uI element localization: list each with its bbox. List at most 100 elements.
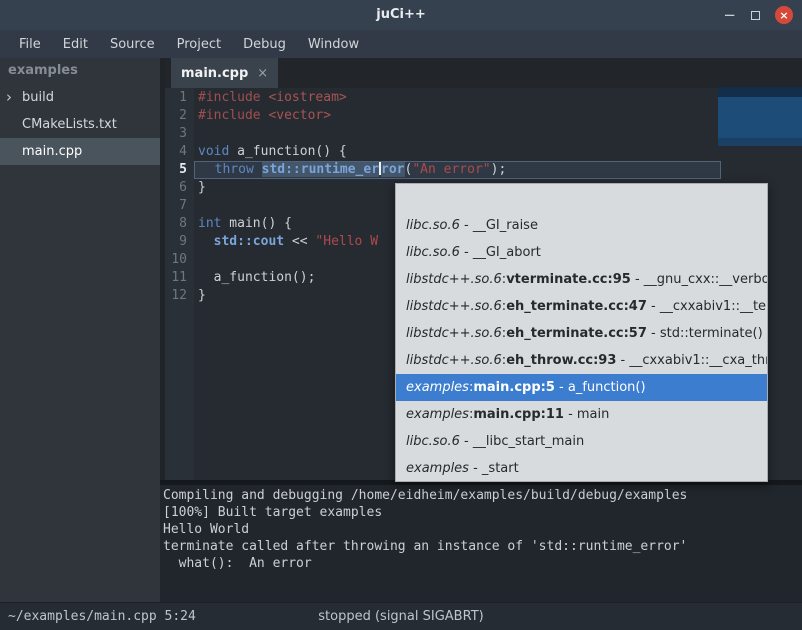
line-code: #include <vector>: [194, 107, 331, 125]
code-token: }: [198, 288, 206, 303]
blue-tooltip-panel: [718, 87, 802, 146]
line-number: 4: [165, 143, 194, 161]
code-line-4[interactable]: 4void a_function() {: [165, 143, 802, 161]
line-number: 9: [165, 233, 194, 251]
blue-tooltip-header: [718, 87, 802, 97]
stack-frame-4[interactable]: libstdc++.so.6:eh_terminate.cc:57 - std:…: [396, 320, 767, 347]
stack-frame-9[interactable]: examples - _start: [396, 455, 767, 482]
stack-frame-segment: libstdc++.so.6: [406, 272, 502, 287]
terminal-panel[interactable]: Compiling and debugging /home/eidheim/ex…: [160, 485, 802, 602]
window-title: juCi++: [0, 0, 802, 30]
stack-frame-1[interactable]: libc.so.6 - __GI_abort: [396, 239, 767, 266]
code-token: a_function();: [198, 270, 315, 285]
close-icon[interactable]: ×: [775, 6, 793, 24]
menu-debug[interactable]: Debug: [232, 32, 297, 57]
tabbar: main.cpp ×: [165, 58, 802, 88]
code-token: #include: [198, 90, 268, 105]
line-number: 7: [165, 197, 194, 215]
stack-frame-segment: - __cxxabiv1::__cxa_thro: [616, 353, 767, 368]
statusbar: ~/examples/main.cpp 5:24 stopped (signal…: [0, 602, 802, 630]
code-token: #include: [198, 108, 268, 123]
menu-project[interactable]: Project: [166, 32, 232, 57]
terminal-line: [100%] Built target examples: [163, 504, 802, 521]
stack-frame-segment: libc.so.6: [406, 434, 460, 449]
stack-frame-segment: libstdc++.so.6: [406, 299, 502, 314]
stack-frame-2[interactable]: libstdc++.so.6:vterminate.cc:95 - __gnu_…: [396, 266, 767, 293]
stack-frame-segment: libstdc++.so.6: [406, 353, 502, 368]
tree-item-cmakelists-txt[interactable]: CMakeLists.txt: [0, 111, 160, 138]
code-line-1[interactable]: 1#include <iostream>: [165, 89, 802, 107]
code-token: <iostream>: [268, 90, 346, 105]
code-token: [254, 162, 262, 177]
line-code: throw std::runtime_error("An error");: [194, 161, 721, 179]
stack-frame-3[interactable]: libstdc++.so.6:eh_terminate.cc:47 - __cx…: [396, 293, 767, 320]
stack-frame-7[interactable]: examples:main.cpp:11 - main: [396, 401, 767, 428]
titlebar[interactable]: juCi++ − ×: [0, 0, 802, 30]
stack-frame-8[interactable]: libc.so.6 - __libc_start_main: [396, 428, 767, 455]
stack-frame-6[interactable]: examples:main.cpp:5 - a_function(): [396, 374, 767, 401]
stack-frame-segment: - main: [564, 407, 609, 422]
menu-window[interactable]: Window: [297, 32, 370, 57]
code-token: std::runtime_er: [262, 162, 379, 177]
stack-frame-5[interactable]: libstdc++.so.6:eh_throw.cc:93 - __cxxabi…: [396, 347, 767, 374]
stack-frame-segment: - _start: [469, 461, 519, 476]
code-line-2[interactable]: 2#include <vector>: [165, 107, 802, 125]
menu-source[interactable]: Source: [99, 32, 166, 57]
minimize-icon[interactable]: −: [723, 10, 736, 20]
window-controls: − ×: [723, 0, 793, 30]
code-token: [199, 162, 215, 177]
tab-main-cpp[interactable]: main.cpp ×: [171, 58, 278, 88]
stack-frame-0[interactable]: libc.so.6 - __GI_raise: [396, 212, 767, 239]
menubar: FileEditSourceProjectDebugWindow: [0, 30, 802, 58]
code-line-5[interactable]: 5 throw std::runtime_error("An error");: [165, 161, 802, 179]
stack-frame-segment: eh_terminate.cc:57: [506, 326, 647, 341]
code-line-3[interactable]: 3: [165, 125, 802, 143]
code-token: ror: [381, 162, 404, 177]
line-number: 2: [165, 107, 194, 125]
code-token: [198, 234, 214, 249]
line-number: 11: [165, 269, 194, 287]
project-name: examples: [0, 58, 160, 84]
stacktrace-popup-spacer: [396, 184, 767, 212]
menu-edit[interactable]: Edit: [52, 32, 99, 57]
stack-frame-segment: - __GI_abort: [460, 245, 541, 260]
stack-frame-segment: - std::terminate(): [647, 326, 763, 341]
line-code: #include <iostream>: [194, 89, 347, 107]
line-number: 6: [165, 179, 194, 197]
stack-frame-segment: vterminate.cc:95: [506, 272, 631, 287]
terminal-output: Compiling and debugging /home/eidheim/ex…: [163, 487, 802, 572]
code-token: }: [198, 180, 206, 195]
menu-file[interactable]: File: [8, 32, 52, 57]
tab-close-icon[interactable]: ×: [257, 66, 268, 81]
stack-frame-segment: eh_throw.cc:93: [506, 353, 616, 368]
tree-item-build[interactable]: ›build: [0, 84, 160, 111]
line-code: void a_function() {: [194, 143, 347, 161]
stack-frame-segment: - __libc_start_main: [460, 434, 584, 449]
line-number: 1: [165, 89, 194, 107]
line-code: [194, 197, 198, 215]
code-token: a_function() {: [229, 144, 346, 159]
blue-tooltip-footer: [718, 138, 802, 146]
expander-chevron-icon[interactable]: ›: [6, 88, 12, 106]
stack-frame-segment: - __gnu_cxx::__verbos: [631, 272, 767, 287]
sidebar: examples ›buildCMakeLists.txt main.cpp: [0, 58, 160, 602]
line-code: a_function();: [194, 269, 315, 287]
code-token: <vector>: [268, 108, 331, 123]
code-token: "Hello W: [315, 234, 378, 249]
terminal-line: Hello World: [163, 521, 802, 538]
code-token: int: [198, 216, 221, 231]
stack-frame-segment: main.cpp:11: [473, 407, 564, 422]
stacktrace-popup: libc.so.6 - __GI_raiselibc.so.6 - __GI_a…: [395, 183, 768, 482]
tree-item-label: main.cpp: [22, 144, 82, 159]
stacktrace-list: libc.so.6 - __GI_raiselibc.so.6 - __GI_a…: [396, 212, 767, 482]
app-window: juCi++ − × FileEditSourceProjectDebugWin…: [0, 0, 802, 630]
line-code: }: [194, 179, 206, 197]
tree-item-main-cpp[interactable]: main.cpp: [0, 138, 160, 165]
stack-frame-segment: main.cpp:5: [473, 380, 555, 395]
stack-frame-segment: libstdc++.so.6: [406, 326, 502, 341]
terminal-line: Compiling and debugging /home/eidheim/ex…: [163, 487, 802, 504]
stack-frame-segment: examples: [406, 407, 469, 422]
line-code: [194, 125, 198, 143]
restore-icon[interactable]: [751, 11, 760, 20]
line-code: [194, 251, 198, 269]
